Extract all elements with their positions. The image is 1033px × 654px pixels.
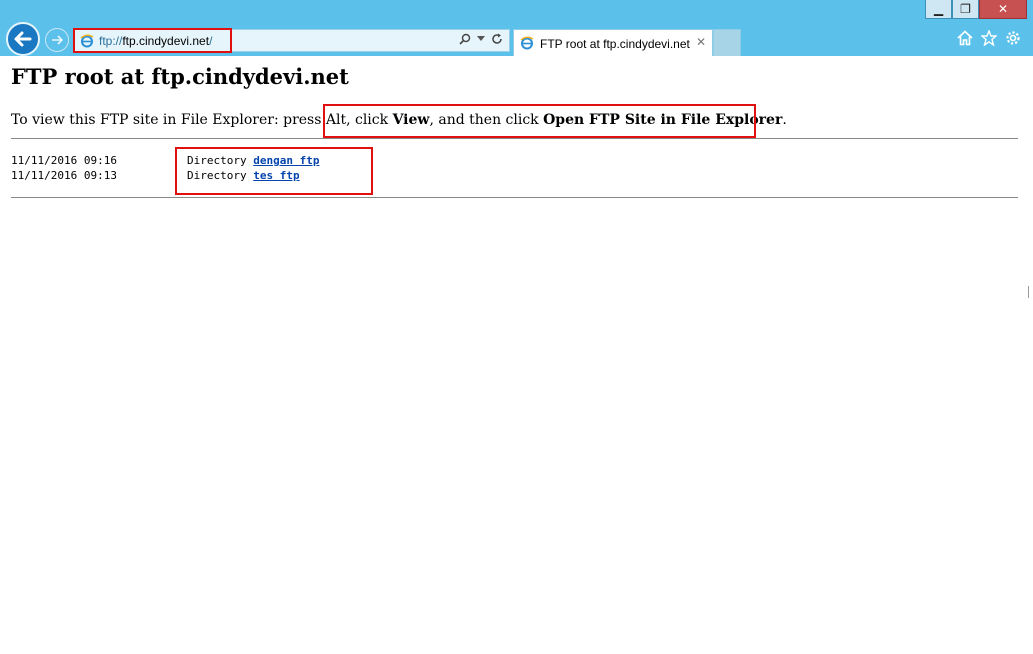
page-title: FTP root at ftp.cindydevi.net <box>11 64 349 89</box>
highlight-instruction <box>323 104 756 138</box>
tab-title: FTP root at ftp.cindydevi.net <box>540 37 690 51</box>
divider-bottom <box>11 197 1018 198</box>
restore-button[interactable]: ❐ <box>952 0 979 19</box>
forward-button[interactable] <box>45 28 69 52</box>
entry-date: 11/11/2016 09:13 <box>11 169 117 182</box>
back-arrow-icon <box>14 31 32 47</box>
favorites-star-icon[interactable] <box>981 30 997 46</box>
search-icon[interactable] <box>459 33 471 45</box>
ie-logo-icon <box>520 36 534 50</box>
window-controls: ▁ ❐ ✕ <box>925 0 1027 20</box>
divider-top <box>11 138 1018 139</box>
refresh-icon[interactable] <box>491 33 503 45</box>
highlight-directories <box>175 147 373 195</box>
right-toolbar <box>957 30 1021 46</box>
info-end: . <box>782 112 787 128</box>
settings-gear-icon[interactable] <box>1005 30 1021 46</box>
minimize-button[interactable]: ▁ <box>925 0 952 19</box>
address-tools <box>459 33 503 45</box>
scrollbar-marker <box>1028 286 1033 298</box>
close-window-button[interactable]: ✕ <box>979 0 1027 19</box>
entry-date: 11/11/2016 09:16 <box>11 154 117 167</box>
tab-ftp-root[interactable]: FTP root at ftp.cindydevi.net ✕ <box>513 29 713 56</box>
new-tab-button[interactable] <box>713 29 741 56</box>
forward-arrow-icon <box>52 35 64 45</box>
close-tab-icon[interactable]: ✕ <box>696 35 706 49</box>
dropdown-icon[interactable] <box>477 36 485 42</box>
home-icon[interactable] <box>957 30 973 46</box>
highlight-address <box>73 28 232 53</box>
back-button[interactable] <box>6 22 40 56</box>
